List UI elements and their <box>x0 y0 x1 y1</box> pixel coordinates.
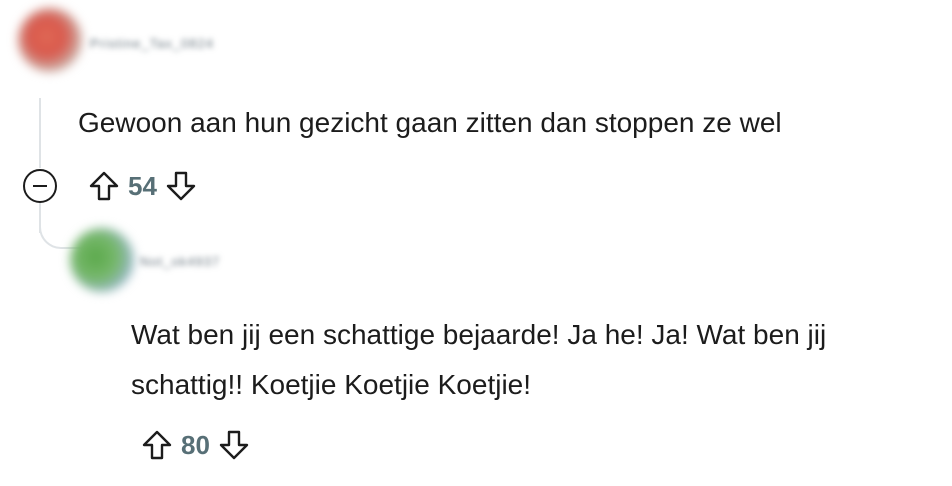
avatar[interactable] <box>18 8 82 72</box>
upvote-arrow-icon <box>89 171 119 201</box>
comment-body: Wat ben jij een schattige bejaarde! Ja h… <box>131 319 827 400</box>
comment-body: Gewoon aan hun gezicht gaan zitten dan s… <box>78 107 782 138</box>
downvote-arrow-icon <box>166 171 196 201</box>
upvote-button[interactable] <box>86 168 122 204</box>
upvote-arrow-icon <box>142 430 172 460</box>
vote-bar: 80 <box>139 425 252 465</box>
vote-bar: 54 <box>86 166 199 206</box>
upvote-button[interactable] <box>139 427 175 463</box>
minus-circle-icon <box>33 184 47 188</box>
comment-author[interactable]: Not_ok4937 <box>140 254 220 269</box>
vote-score: 80 <box>181 429 210 460</box>
comment-author[interactable]: Pristine_Tax_0824 <box>90 36 214 51</box>
avatar[interactable] <box>70 228 134 292</box>
downvote-button[interactable] <box>163 168 199 204</box>
collapse-thread-button[interactable] <box>23 169 57 203</box>
thread-line-main <box>39 98 41 168</box>
downvote-arrow-icon <box>219 430 249 460</box>
downvote-button[interactable] <box>216 427 252 463</box>
vote-score: 54 <box>128 170 157 201</box>
